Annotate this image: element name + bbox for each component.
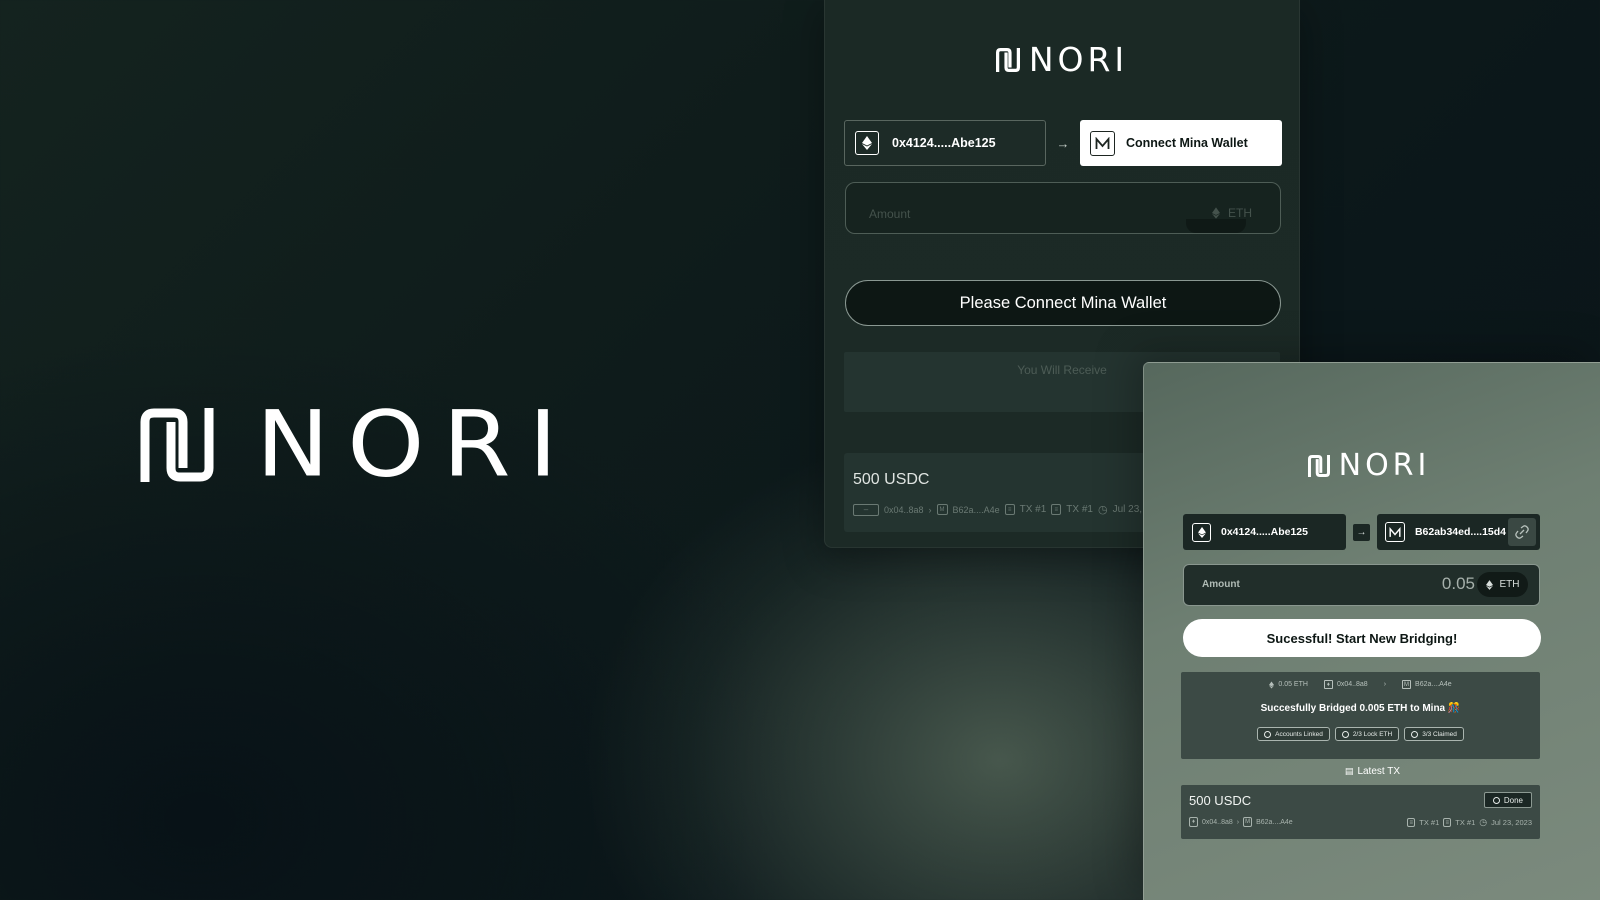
chip-label: 3/3 Claimed — [1422, 730, 1457, 738]
tx-details: ≡ TX #1 ≡ TX #1 ◷ Jul 23, 2023 — [1407, 817, 1532, 828]
ethereum-icon: ♦ — [1189, 817, 1198, 827]
document-icon: ▤ — [1344, 766, 1354, 776]
panel-brand: NORI — [1144, 451, 1594, 481]
unit-selector[interactable]: ETH — [1477, 572, 1528, 597]
check-circle-icon — [1411, 730, 1419, 738]
disconnect-link-button[interactable] — [1508, 518, 1536, 546]
nori-logo-icon — [1307, 455, 1330, 477]
brand-wordmark: NORI — [1028, 40, 1129, 79]
document-icon: ≡ — [1051, 504, 1062, 515]
success-message: Succesfully Bridged 0.005 ETH to Mina 🎊 — [1260, 703, 1461, 714]
chevron-right-icon: › — [928, 504, 932, 515]
collapsed-icon: – — [853, 503, 879, 516]
connect-mina-cta-button[interactable]: Please Connect Mina Wallet — [845, 280, 1281, 326]
tx-amount: 500 USDC — [1189, 793, 1252, 808]
arrow-right-icon: → — [1353, 523, 1370, 541]
mina-wallet-button[interactable]: B62ab34ed....15d4 — [1376, 514, 1540, 550]
mina-icon — [1384, 522, 1405, 542]
mina-icon — [1090, 130, 1115, 156]
amount-label: Amount — [1202, 579, 1240, 590]
chip-claimed: 3/3 Claimed — [1404, 727, 1464, 741]
check-circle-icon — [1264, 730, 1272, 738]
eth-wallet-address: 0x4124.....Abe125 — [892, 136, 996, 150]
route-from: 0x04..8a8 — [1336, 681, 1368, 688]
wallet-row: 0x4124.....Abe125 → B62ab34ed....15d4 — [1183, 514, 1540, 550]
unit-pill — [1186, 219, 1246, 233]
tx-date: Jul 23, 2023 — [1491, 818, 1532, 827]
tx-meta: – 0x04..8a8 › M B62a....A4e ≡ TX #1 ≡ TX… — [853, 503, 1150, 516]
chevron-right-icon: › — [1383, 681, 1387, 688]
tx-from: 0x04..8a8 — [884, 504, 924, 515]
amount-input[interactable]: Amount ETH — [845, 182, 1281, 234]
bridge-panel-success: NORI 0x4124.....Abe125 → B62ab34ed....15… — [1143, 362, 1600, 900]
chevron-right-icon: › — [1236, 818, 1240, 826]
check-circle-icon — [1341, 730, 1349, 738]
tx-status-badge: Done — [1483, 792, 1532, 808]
eth-wallet-button[interactable]: 0x4124.....Abe125 — [1183, 514, 1347, 550]
tx-id-1: TX #1 — [1019, 504, 1047, 515]
tx-id-1: TX #1 — [1419, 818, 1440, 827]
chip-accounts-linked: Accounts Linked — [1257, 727, 1330, 741]
panel-brand: NORI — [825, 40, 1299, 79]
ethereum-icon — [1212, 207, 1220, 219]
tx-status: Done — [1503, 795, 1523, 805]
unlink-icon — [1515, 525, 1529, 539]
ethereum-icon — [1269, 681, 1275, 688]
latest-tx-label: Latest TX — [1357, 766, 1401, 777]
document-icon: ≡ — [1443, 818, 1452, 827]
chip-lock-eth: 2/3 Lock ETH — [1334, 727, 1400, 741]
tx-amount: 500 USDC — [853, 471, 930, 488]
progress-chips: Accounts Linked 2/3 Lock ETH 3/3 Claimed — [1181, 727, 1540, 741]
clock-icon: ◷ — [1479, 817, 1488, 827]
tx-id-2: TX #1 — [1066, 504, 1093, 515]
tx-from: 0x04..8a8 — [1202, 818, 1233, 826]
ethereum-icon: ♦ — [1323, 680, 1333, 689]
brand-wordmark: NORI — [256, 391, 576, 499]
ethereum-icon — [1485, 579, 1493, 590]
nori-logo-icon — [995, 48, 1020, 72]
amount-placeholder: Amount — [869, 207, 911, 221]
tx-route: ♦ 0x04..8a8 › M B62a....A4e — [1189, 817, 1293, 827]
unit-selector[interactable]: ETH — [1212, 206, 1252, 220]
wallet-row: 0x4124.....Abe125 → Connect Mina Wallet — [844, 120, 1282, 166]
connect-mina-label: Connect Mina Wallet — [1126, 136, 1248, 150]
document-icon: ≡ — [1004, 504, 1015, 515]
route-amount: 0.05 ETH — [1278, 681, 1308, 688]
arrow-right-icon: → — [1056, 135, 1070, 151]
unit-label: ETH — [1228, 206, 1252, 220]
document-icon: ≡ — [1407, 818, 1416, 827]
bridge-route: 0.05 ETH ♦ 0x04..8a8 › M B62a....A4e — [1181, 680, 1540, 689]
connect-mina-wallet-button[interactable]: Connect Mina Wallet — [1080, 120, 1282, 166]
tx-card[interactable]: 500 USDC – 0x04..8a8 › M B62a....A4e ≡ T… — [844, 453, 1164, 532]
mina-wallet-address: B62ab34ed....15d4 — [1414, 526, 1507, 538]
check-circle-icon — [1492, 796, 1500, 804]
unit-label: ETH — [1499, 579, 1520, 590]
nori-logo-icon — [140, 408, 214, 482]
ethereum-icon — [855, 131, 879, 155]
mina-icon: M — [936, 504, 948, 515]
clock-icon: ◷ — [1097, 504, 1108, 516]
hero-brand: NORI — [140, 391, 576, 499]
bridge-status-card: 0.05 ETH ♦ 0x04..8a8 › M B62a....A4e Suc… — [1181, 672, 1540, 759]
latest-tx-heading: ▤ Latest TX — [1144, 766, 1600, 777]
tx-to: B62a....A4e — [952, 504, 1000, 515]
chip-label: Accounts Linked — [1275, 730, 1323, 738]
tx-card[interactable]: 500 USDC Done ♦ 0x04..8a8 › M B62a....A4… — [1181, 785, 1540, 839]
mina-icon: M — [1402, 680, 1412, 689]
brand-wordmark: NORI — [1338, 448, 1431, 483]
eth-wallet-address: 0x4124.....Abe125 — [1221, 526, 1308, 538]
mina-icon: M — [1243, 817, 1253, 827]
start-new-bridging-button[interactable]: Sucessful! Start New Bridging! — [1183, 619, 1541, 657]
ethereum-icon — [1192, 522, 1211, 542]
tx-to: B62a....A4e — [1256, 818, 1293, 826]
tx-id-2: TX #1 — [1455, 818, 1476, 827]
amount-input[interactable]: Amount 0.05 ETH — [1183, 564, 1540, 606]
amount-value: 0.05 — [1441, 574, 1475, 593]
eth-wallet-button[interactable]: 0x4124.....Abe125 — [844, 120, 1046, 166]
receive-label: You Will Receive — [1017, 363, 1107, 377]
chip-label: 2/3 Lock ETH — [1352, 730, 1393, 738]
route-to: B62a....A4e — [1415, 681, 1452, 688]
